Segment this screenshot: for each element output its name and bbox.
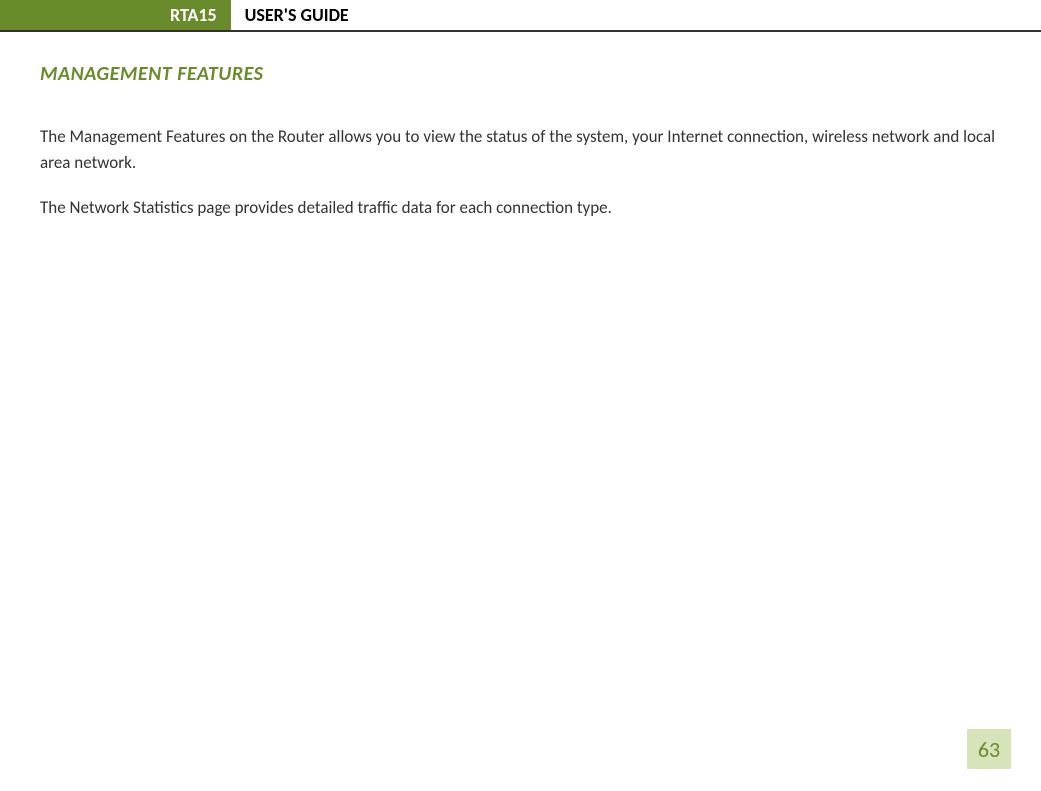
body-paragraph-1: The Management Features on the Router al… <box>40 124 1001 177</box>
page-content: MANAGEMENT FEATURES The Management Featu… <box>0 32 1041 221</box>
page-number: 63 <box>967 729 1011 769</box>
document-title: USER'S GUIDE <box>231 0 363 30</box>
section-heading: MANAGEMENT FEATURES <box>40 62 1001 86</box>
product-badge: RTA15 <box>0 0 231 30</box>
header-bar: RTA15 USER'S GUIDE <box>0 0 1041 32</box>
body-paragraph-2: The Network Statistics page provides det… <box>40 195 1001 221</box>
